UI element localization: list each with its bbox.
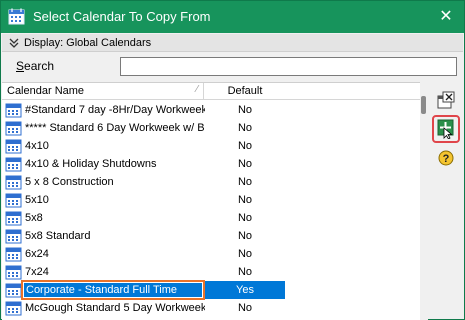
sort-grip-icon: ⁄ — [196, 84, 198, 95]
calendar-icon — [5, 193, 22, 208]
title-bar: Select Calendar To Copy From ✕ — [1, 1, 464, 33]
list-item[interactable]: 7x24 No — [2, 263, 420, 281]
search-label: Search — [16, 59, 55, 73]
calendar-name-cell: McGough Standard 5 Day Workweek — [25, 302, 205, 314]
calendar-icon — [5, 229, 22, 244]
calendar-list[interactable]: Calendar Name ⁄ Default #Standard 7 day … — [2, 82, 420, 320]
vertical-scrollbar[interactable] — [420, 82, 428, 320]
calendar-name-cell: 5 x 8 Construction — [25, 176, 114, 188]
list-item[interactable]: ***** Standard 6 Day Workweek w/ B No — [2, 119, 420, 137]
default-cell: No — [237, 266, 253, 278]
list-item[interactable]: #Standard 7 day -8Hr/Day Workweek No — [2, 101, 420, 119]
calendar-name-cell: 7x24 — [25, 266, 49, 278]
calendar-icon — [5, 157, 22, 172]
calendar-icon — [5, 301, 22, 316]
calendar-icon — [5, 283, 22, 298]
chevron-down-icon[interactable] — [9, 37, 19, 49]
copy-add-icon[interactable] — [435, 117, 457, 139]
default-cell: No — [237, 212, 253, 224]
close-button[interactable]: ✕ — [435, 6, 457, 28]
default-cell: No — [237, 122, 253, 134]
list-rows: #Standard 7 day -8Hr/Day Workweek No *****… — [2, 101, 420, 317]
default-cell: No — [237, 158, 253, 170]
calendar-icon — [5, 175, 22, 190]
svg-text:?: ? — [443, 153, 450, 165]
calendar-icon — [5, 103, 22, 118]
calendar-name-cell: ***** Standard 6 Day Workweek w/ B — [25, 122, 205, 134]
calendar-name-cell: Corporate - Standard Full Time — [21, 280, 205, 300]
display-filter-bar[interactable]: Display: Global Calendars — [2, 34, 463, 52]
calendar-icon — [5, 121, 22, 136]
calendar-icon — [5, 139, 22, 154]
calendar-name-cell: #Standard 7 day -8Hr/Day Workweek — [25, 104, 205, 116]
list-header: Calendar Name ⁄ Default — [2, 83, 420, 100]
help-icon[interactable]: ? — [435, 147, 457, 169]
default-cell: No — [237, 230, 253, 242]
calendar-name-cell: 4x10 — [25, 140, 49, 152]
copy-calendar-icon[interactable] — [435, 89, 457, 111]
column-header-default[interactable]: Default — [205, 83, 285, 100]
search-input[interactable] — [120, 57, 457, 76]
list-item[interactable]: McGough Standard 5 Day Workweek No — [2, 299, 420, 317]
list-item[interactable]: 4x10 No — [2, 137, 420, 155]
calendar-name-cell: 4x10 & Holiday Shutdowns — [25, 158, 157, 170]
default-cell: No — [237, 194, 253, 206]
list-item[interactable]: 4x10 & Holiday Shutdowns No — [2, 155, 420, 173]
calendar-name-cell: 6x24 — [25, 248, 49, 260]
calendar-name-cell: 5x8 Standard — [25, 230, 91, 242]
window-title: Select Calendar To Copy From — [33, 9, 211, 24]
list-item[interactable]: 5x8 No — [2, 209, 420, 227]
calendar-name-cell: 5x10 — [25, 194, 49, 206]
list-item[interactable]: 6x24 No — [2, 245, 420, 263]
calendar-icon — [8, 8, 25, 25]
list-item[interactable]: 5x10 No — [2, 191, 420, 209]
calendar-icon — [5, 265, 22, 280]
default-cell: No — [237, 176, 253, 188]
default-cell: No — [237, 140, 253, 152]
calendar-name-cell: 5x8 — [25, 212, 43, 224]
select-calendar-dialog: Select Calendar To Copy From ✕ Display: … — [0, 0, 465, 320]
calendar-icon — [5, 247, 22, 262]
list-item[interactable]: 5 x 8 Construction No — [2, 173, 420, 191]
list-item[interactable]: 5x8 Standard No — [2, 227, 420, 245]
list-item[interactable]: Corporate - Standard Full Time Yes — [2, 280, 420, 300]
default-cell: No — [237, 104, 253, 116]
calendar-icon — [5, 211, 22, 226]
column-header-calendar-name[interactable]: Calendar Name ⁄ — [2, 83, 204, 100]
side-toolbar: ? — [431, 87, 461, 187]
default-cell: No — [237, 248, 253, 260]
display-filter-label: Display: Global Calendars — [24, 37, 152, 49]
default-cell: No — [237, 302, 253, 314]
scrollbar-thumb[interactable] — [421, 96, 426, 114]
default-cell: Yes — [205, 281, 285, 299]
